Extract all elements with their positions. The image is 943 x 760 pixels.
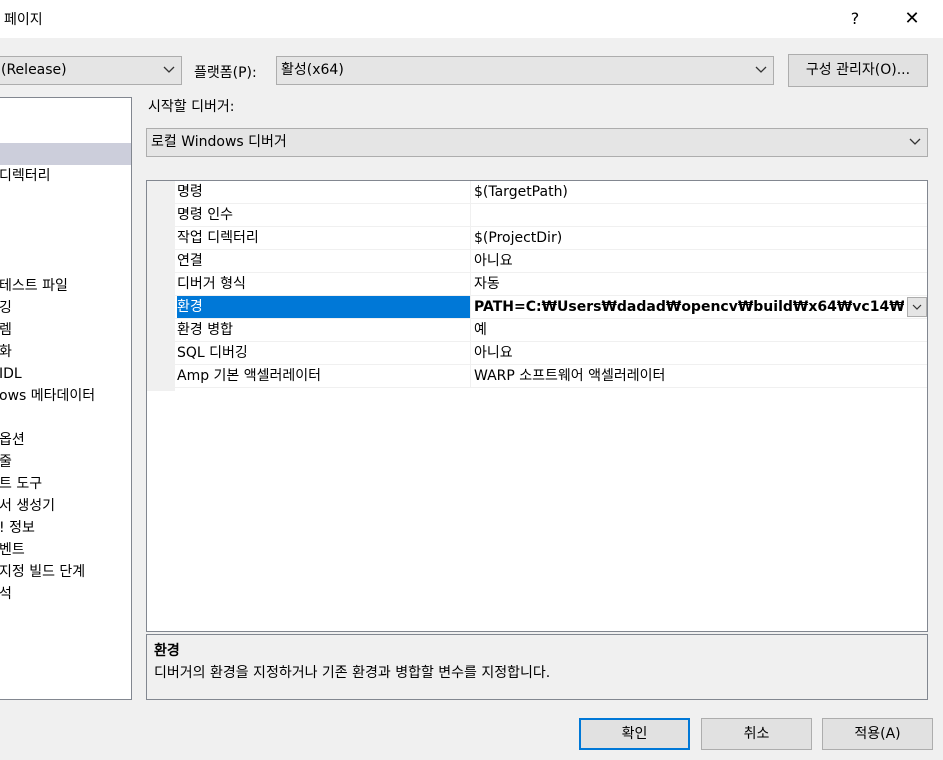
description-title: 환경: [154, 643, 180, 659]
apply-button[interactable]: 적용(A): [822, 718, 933, 750]
platform-value: 활성(x64): [281, 62, 344, 78]
property-name: SQL 디버깅: [177, 345, 248, 361]
chevron-down-icon: [753, 57, 769, 84]
tree-item[interactable]: IDL: [0, 363, 131, 385]
property-value[interactable]: 아니요: [474, 342, 924, 364]
property-name: 작업 디렉터리: [177, 230, 259, 246]
property-row[interactable]: 작업 디렉터리 $(ProjectDir): [147, 227, 927, 250]
tree-item[interactable]: ! 정보: [0, 517, 131, 539]
property-value[interactable]: 예: [474, 319, 924, 341]
configuration-dropdown[interactable]: (Release): [0, 56, 182, 85]
property-row[interactable]: 환경 병합 예: [147, 319, 927, 342]
tree-item[interactable]: 디렉터리: [0, 165, 131, 187]
tree-item-selected[interactable]: [0, 143, 131, 165]
property-row[interactable]: 명령 인수: [147, 204, 927, 227]
property-row[interactable]: 연결 아니요: [147, 250, 927, 273]
platform-dropdown[interactable]: 활성(x64): [276, 56, 774, 85]
property-value[interactable]: 자동: [474, 273, 924, 295]
tree-item[interactable]: 서 생성기: [0, 495, 131, 517]
debugger-value: 로컬 Windows 디버거: [151, 134, 287, 150]
property-value[interactable]: WARP 소프트웨어 액셀러레이터: [474, 365, 924, 387]
property-name: 명령: [177, 184, 203, 200]
property-tree: 디렉터리 테스트 파일 깅 렘 화 IDL ows 메타데이터 옵션 줄 트 도…: [0, 97, 132, 700]
property-name: 명령 인수: [177, 207, 233, 223]
property-name: 환경: [177, 296, 470, 318]
configuration-manager-button[interactable]: 구성 관리자(O)...: [788, 54, 928, 87]
chevron-down-icon[interactable]: [907, 297, 927, 317]
help-button[interactable]: ?: [832, 0, 878, 38]
property-value[interactable]: $(TargetPath): [474, 181, 924, 203]
window-title: 페이지: [4, 12, 43, 28]
environment-value[interactable]: PATH=C:₩Users₩dadad₩opencv₩build₩x64₩vc1…: [474, 296, 904, 318]
close-button[interactable]: ✕: [889, 0, 935, 38]
tree-item[interactable]: 렘: [0, 319, 131, 341]
tree-item[interactable]: 벤트: [0, 539, 131, 561]
property-name: 연결: [177, 253, 203, 269]
tree-item[interactable]: 줄: [0, 451, 131, 473]
tree-item[interactable]: 깅: [0, 297, 131, 319]
tree-item[interactable]: 지정 빌드 단계: [0, 561, 131, 583]
property-name: Amp 기본 액셀러레이터: [177, 368, 322, 384]
property-value[interactable]: $(ProjectDir): [474, 227, 924, 249]
platform-label: 플랫폼(P):: [194, 65, 257, 81]
chevron-down-icon: [161, 57, 177, 84]
title-bar: 페이지 ? ✕: [0, 0, 943, 38]
property-row[interactable]: Amp 기본 액셀러레이터 WARP 소프트웨어 액셀러레이터: [147, 365, 927, 388]
tree-item[interactable]: ows 메타데이터: [0, 385, 131, 407]
cancel-button[interactable]: 취소: [701, 718, 812, 750]
tree-item[interactable]: 석: [0, 583, 131, 605]
tree-item[interactable]: 테스트 파일: [0, 275, 131, 297]
ok-button[interactable]: 확인: [579, 718, 690, 750]
property-row-selected[interactable]: 환경 PATH=C:₩Users₩dadad₩opencv₩build₩x64₩…: [147, 296, 927, 319]
description-text: 디버거의 환경을 지정하거나 기존 환경과 병합할 변수를 지정합니다.: [154, 665, 551, 681]
property-value[interactable]: [474, 204, 924, 226]
property-grid: 명령 $(TargetPath) 명령 인수 작업 디렉터리 $(Project…: [146, 180, 928, 632]
debugger-label: 시작할 디버거:: [148, 99, 235, 115]
property-value[interactable]: 아니요: [474, 250, 924, 272]
property-row[interactable]: SQL 디버깅 아니요: [147, 342, 927, 365]
property-name: 환경 병합: [177, 322, 233, 338]
description-panel: 환경 디버거의 환경을 지정하거나 기존 환경과 병합할 변수를 지정합니다.: [146, 634, 928, 700]
tree-item[interactable]: 옵션: [0, 429, 131, 451]
property-name: 디버거 형식: [177, 276, 246, 292]
tree-item[interactable]: 화: [0, 341, 131, 363]
tree-item[interactable]: 트 도구: [0, 473, 131, 495]
property-row[interactable]: 명령 $(TargetPath): [147, 181, 927, 204]
chevron-down-icon: [907, 129, 923, 156]
configuration-value: (Release): [1, 62, 67, 78]
debugger-dropdown[interactable]: 로컬 Windows 디버거: [146, 128, 928, 157]
property-row[interactable]: 디버거 형식 자동: [147, 273, 927, 296]
